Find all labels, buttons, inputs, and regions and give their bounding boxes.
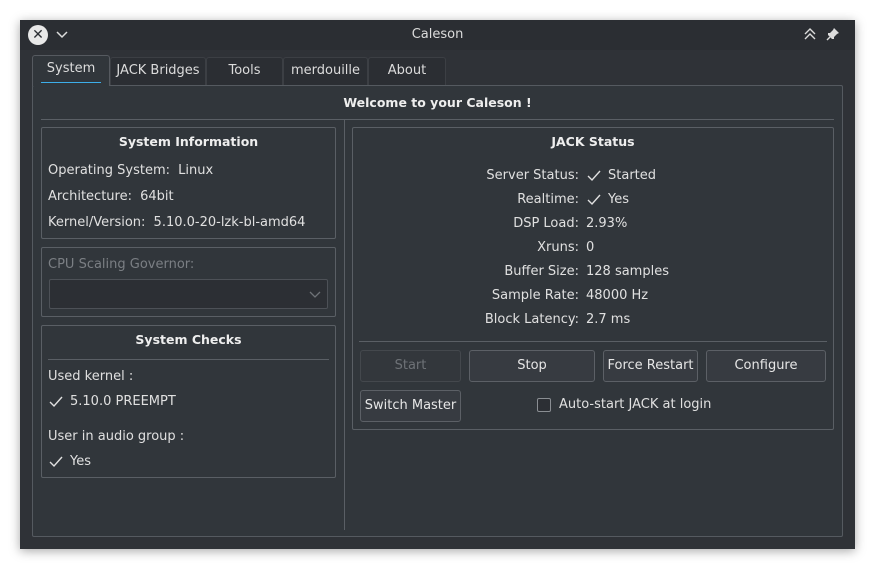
dsp-load-value: 2.93% [586, 216, 628, 231]
configure-button[interactable]: Configure [706, 350, 826, 382]
check-icon [49, 396, 63, 407]
active-tab-indicator [41, 82, 101, 83]
autostart-label[interactable]: Auto-start JACK at login [559, 397, 711, 412]
used-kernel-row: 5.10.0 PREEMPT [48, 394, 176, 409]
kernel-label: Kernel/Version: [48, 215, 146, 230]
welcome-heading: Welcome to your Caleson ! [343, 95, 532, 110]
group-title: System Information [118, 134, 259, 149]
system-tab-panel: Welcome to your Caleson ! System Informa… [32, 85, 843, 537]
keep-above-icon[interactable] [802, 26, 818, 42]
cpu-governor-select[interactable] [49, 279, 328, 309]
jack-status-group: JACK Status Server Status: Started Realt… [352, 127, 834, 430]
group-title: System Checks [135, 332, 242, 347]
server-status-label: Server Status: [486, 168, 579, 183]
realtime-row: Yes [586, 192, 629, 207]
divider [48, 359, 329, 360]
pin-icon[interactable] [825, 26, 841, 42]
divider [41, 119, 834, 120]
realtime-label: Realtime: [517, 192, 579, 207]
vertical-divider [344, 120, 345, 530]
tab-tools[interactable]: Tools [206, 57, 283, 85]
group-title: JACK Status [551, 134, 635, 149]
title-bar: ✕ Caleson [20, 20, 855, 50]
arch-value: 64bit [140, 189, 174, 204]
force-restart-button[interactable]: Force Restart [603, 350, 698, 382]
realtime-value: Yes [608, 192, 629, 207]
stop-button[interactable]: Stop [469, 350, 595, 382]
chevron-down-icon [309, 291, 321, 298]
xruns-value: 0 [586, 240, 595, 255]
tab-system[interactable]: System [32, 55, 110, 86]
start-button[interactable]: Start [360, 350, 461, 382]
check-icon [49, 456, 63, 467]
server-status-row: Started [586, 168, 656, 183]
tab-about[interactable]: About [368, 57, 446, 85]
os-row: Operating System: Linux [48, 163, 213, 178]
buffer-size-label: Buffer Size: [504, 264, 579, 279]
dsp-load-label: DSP Load: [513, 216, 579, 231]
sample-rate-value: 48000 Hz [586, 288, 649, 303]
os-label: Operating System: [48, 163, 170, 178]
switch-master-button[interactable]: Switch Master [360, 390, 461, 422]
cpu-governor-group: CPU Scaling Governor: [41, 247, 336, 317]
tab-jack-bridges[interactable]: JACK Bridges [110, 57, 206, 85]
check-icon [587, 194, 601, 205]
sample-rate-label: Sample Rate: [491, 288, 579, 303]
xruns-label: Xruns: [537, 240, 579, 255]
block-latency-value: 2.7 ms [586, 312, 631, 327]
audio-group-row: Yes [48, 454, 91, 469]
buffer-size-value: 128 samples [586, 264, 669, 279]
system-checks-group: System Checks Used kernel : 5.10.0 PREEM… [41, 325, 336, 478]
window-title: Caleson [411, 27, 464, 42]
server-status-value: Started [608, 168, 657, 183]
used-kernel-label: Used kernel : [48, 369, 134, 384]
arch-label: Architecture: [48, 189, 132, 204]
audio-group-label: User in audio group : [48, 429, 185, 444]
block-latency-label: Block Latency: [484, 312, 579, 327]
arch-row: Architecture: 64bit [48, 189, 174, 204]
divider [359, 341, 827, 342]
kernel-value: 5.10.0-20-lzk-bl-amd64 [153, 215, 306, 230]
kernel-row: Kernel/Version: 5.10.0-20-lzk-bl-amd64 [48, 215, 305, 230]
check-icon [587, 170, 601, 181]
system-information-group: System Information Operating System: Lin… [41, 127, 336, 239]
tab-merdouille[interactable]: merdouille [283, 57, 368, 85]
used-kernel-value: 5.10.0 PREEMPT [70, 394, 176, 409]
audio-group-value: Yes [70, 454, 91, 469]
cpu-governor-label: CPU Scaling Governor: [48, 257, 195, 272]
app-window: ✕ Caleson System JACK Bridges Tools merd… [20, 20, 855, 549]
autostart-checkbox[interactable] [537, 398, 551, 412]
os-value: Linux [178, 163, 214, 178]
